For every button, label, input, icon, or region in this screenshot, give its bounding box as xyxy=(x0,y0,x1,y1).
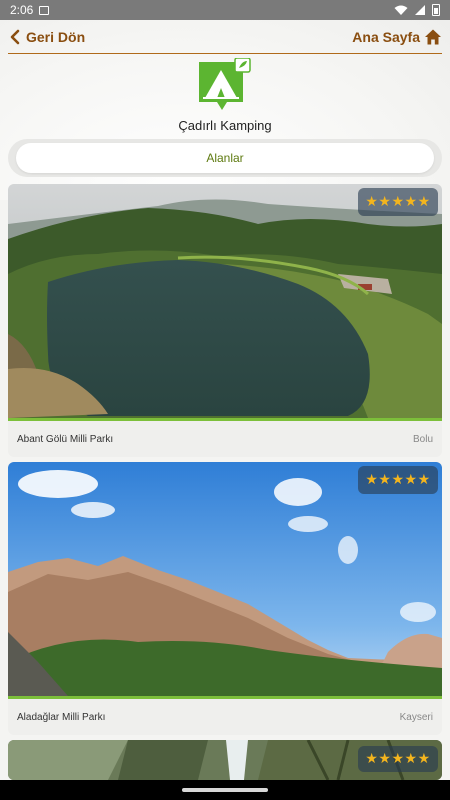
tab-alanlar[interactable]: Alanlar xyxy=(16,143,434,173)
place-photo: ★★★★★ xyxy=(8,184,442,418)
chevron-left-icon xyxy=(10,29,20,45)
top-header: Geri Dön Ana Sayfa xyxy=(0,20,450,54)
place-name: Aladağlar Milli Parkı xyxy=(17,711,106,723)
place-city: Bolu xyxy=(412,433,433,445)
home-gesture-pill[interactable] xyxy=(182,788,268,792)
wifi-icon xyxy=(394,5,408,15)
card-info: Abant Gölü Milli Parkı Bolu xyxy=(8,421,442,457)
rating-stars: ★★★★★ xyxy=(358,466,438,494)
header-divider xyxy=(8,53,442,54)
place-card[interactable]: ★★★★★ Aladağlar Milli Parkı Kayseri xyxy=(8,462,442,735)
place-photo: ★★★★★ xyxy=(8,740,442,780)
place-name: Abant Gölü Milli Parkı xyxy=(17,433,114,445)
category-header: Çadırlı Kamping xyxy=(0,58,450,133)
rating-stars: ★★★★★ xyxy=(358,746,438,772)
home-icon xyxy=(425,29,441,45)
rating-stars: ★★★★★ xyxy=(358,188,438,216)
clock: 2:06 xyxy=(10,3,34,17)
back-button[interactable]: Geri Dön xyxy=(8,29,85,45)
tent-icon xyxy=(199,58,251,110)
lake-aerial-image xyxy=(8,184,442,418)
status-bar: 2:06 xyxy=(0,0,450,20)
category-title: Çadırlı Kamping xyxy=(178,118,272,133)
system-nav-bar xyxy=(0,780,450,800)
home-button-label: Ana Sayfa xyxy=(352,29,420,45)
card-info: Aladağlar Milli Parkı Kayseri xyxy=(8,699,442,735)
place-card[interactable]: ★★★★★ xyxy=(8,740,442,780)
home-button[interactable]: Ana Sayfa xyxy=(352,28,442,46)
back-button-label: Geri Dön xyxy=(26,29,86,45)
mountain-range-image xyxy=(8,462,442,696)
tab-bar: Alanlar xyxy=(8,139,442,177)
battery-icon xyxy=(432,4,440,16)
signal-icon xyxy=(415,5,425,15)
screenshot-icon xyxy=(39,5,50,15)
place-city: Kayseri xyxy=(399,711,433,723)
place-photo: ★★★★★ xyxy=(8,462,442,696)
place-card[interactable]: ★★★★★ Abant Gölü Milli Parkı Bolu xyxy=(8,184,442,457)
